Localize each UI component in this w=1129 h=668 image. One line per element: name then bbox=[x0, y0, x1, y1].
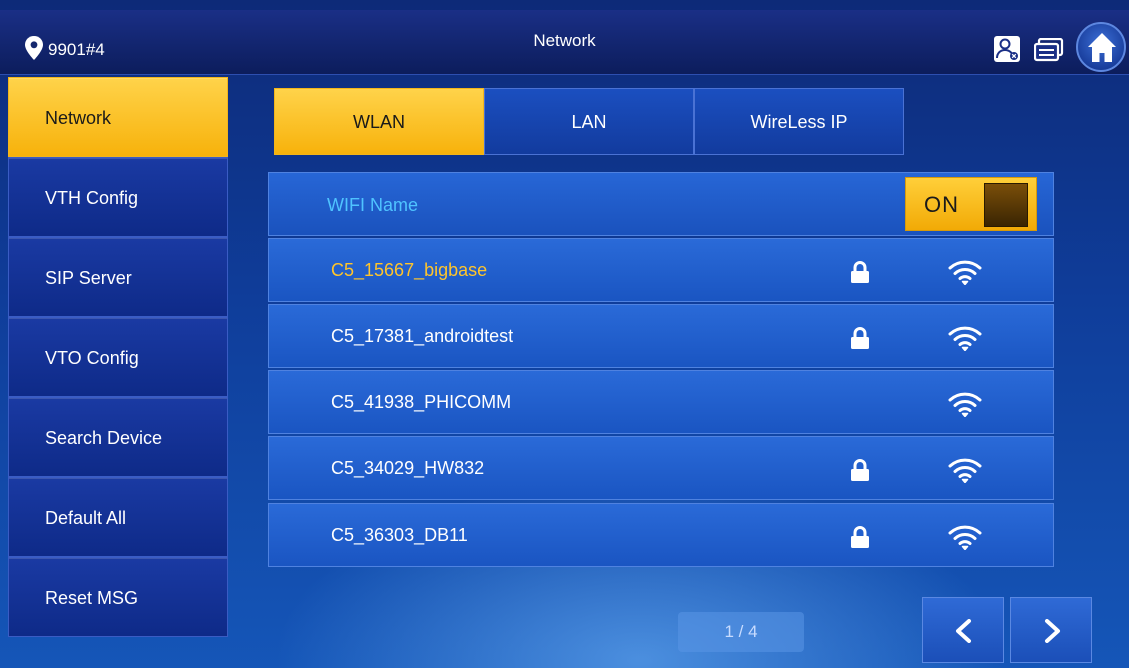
tab-wlan[interactable]: WLAN bbox=[274, 88, 484, 155]
page-title: Network bbox=[533, 31, 596, 50]
wifi-network-name: C5_17381_androidtest bbox=[331, 326, 514, 346]
sidebar-item-label: Search Device bbox=[45, 428, 163, 448]
tab-lan[interactable]: LAN bbox=[484, 88, 694, 155]
lock-icon bbox=[851, 459, 869, 481]
message-icon[interactable] bbox=[1034, 38, 1064, 62]
tab-wireless-ip[interactable]: WireLess IP bbox=[694, 88, 904, 155]
sidebar-item-search-device[interactable]: Search Device bbox=[8, 397, 228, 477]
chevron-right-icon bbox=[1045, 619, 1060, 643]
wifi-list-header: WIFI Name ON bbox=[268, 172, 1054, 236]
wifi-signal-icon bbox=[948, 392, 982, 417]
top-bar: 9901#4 Network bbox=[0, 10, 1129, 75]
wifi-row[interactable]: C5_34029_HW832 bbox=[268, 436, 1054, 500]
wifi-toggle[interactable]: ON bbox=[905, 177, 1037, 231]
sidebar-item-label: VTO Config bbox=[45, 348, 139, 368]
next-page-button[interactable] bbox=[1010, 597, 1092, 663]
sidebar-item-sip-server[interactable]: SIP Server bbox=[8, 237, 228, 317]
chevron-left-icon bbox=[956, 619, 971, 643]
home-button[interactable] bbox=[1076, 22, 1126, 72]
sidebar-item-reset-msg[interactable]: Reset MSG bbox=[8, 557, 228, 637]
screen: 9901#4 Network Network VTH Config SIP Se… bbox=[0, 0, 1129, 668]
wifi-row[interactable]: C5_15667_bigbase bbox=[268, 238, 1054, 302]
tab-label: WireLess IP bbox=[750, 112, 848, 132]
sidebar-item-vto-config[interactable]: VTO Config bbox=[8, 317, 228, 397]
lock-icon bbox=[851, 526, 869, 548]
tab-label: LAN bbox=[571, 112, 607, 132]
sidebar-item-label: VTH Config bbox=[45, 188, 139, 208]
toggle-label: ON bbox=[924, 192, 959, 217]
sidebar-item-network[interactable]: Network bbox=[8, 77, 228, 157]
toggle-knob[interactable] bbox=[984, 183, 1028, 227]
tab-label: WLAN bbox=[352, 112, 405, 132]
wifi-name-label: WIFI Name bbox=[327, 195, 419, 215]
sidebar-item-vth-config[interactable]: VTH Config bbox=[8, 157, 228, 237]
wifi-row[interactable]: C5_41938_PHICOMM bbox=[268, 370, 1054, 434]
wifi-row[interactable]: C5_17381_androidtest bbox=[268, 304, 1054, 368]
page-indicator: 1 / 4 bbox=[678, 612, 804, 652]
wifi-row[interactable]: C5_36303_DB11 bbox=[268, 503, 1054, 567]
lock-icon bbox=[851, 327, 869, 349]
previous-page-button[interactable] bbox=[922, 597, 1004, 663]
wifi-signal-icon bbox=[948, 260, 982, 285]
lock-icon bbox=[851, 261, 869, 283]
wifi-network-name: C5_41938_PHICOMM bbox=[331, 392, 512, 412]
wifi-network-name: C5_36303_DB11 bbox=[331, 525, 468, 545]
wifi-signal-icon bbox=[948, 458, 982, 483]
sidebar-item-default-all[interactable]: Default All bbox=[8, 477, 228, 557]
wifi-signal-icon bbox=[948, 525, 982, 550]
home-icon bbox=[1088, 33, 1116, 62]
sidebar-item-label: Network bbox=[45, 108, 112, 128]
wifi-network-name: C5_15667_bigbase bbox=[331, 260, 488, 280]
wifi-network-name: C5_34029_HW832 bbox=[331, 458, 485, 478]
sidebar-item-label: Reset MSG bbox=[45, 588, 139, 608]
contact-icon[interactable] bbox=[994, 36, 1020, 62]
sidebar-item-label: SIP Server bbox=[45, 268, 132, 288]
wifi-signal-icon bbox=[948, 326, 982, 351]
sidebar-item-label: Default All bbox=[45, 508, 127, 528]
